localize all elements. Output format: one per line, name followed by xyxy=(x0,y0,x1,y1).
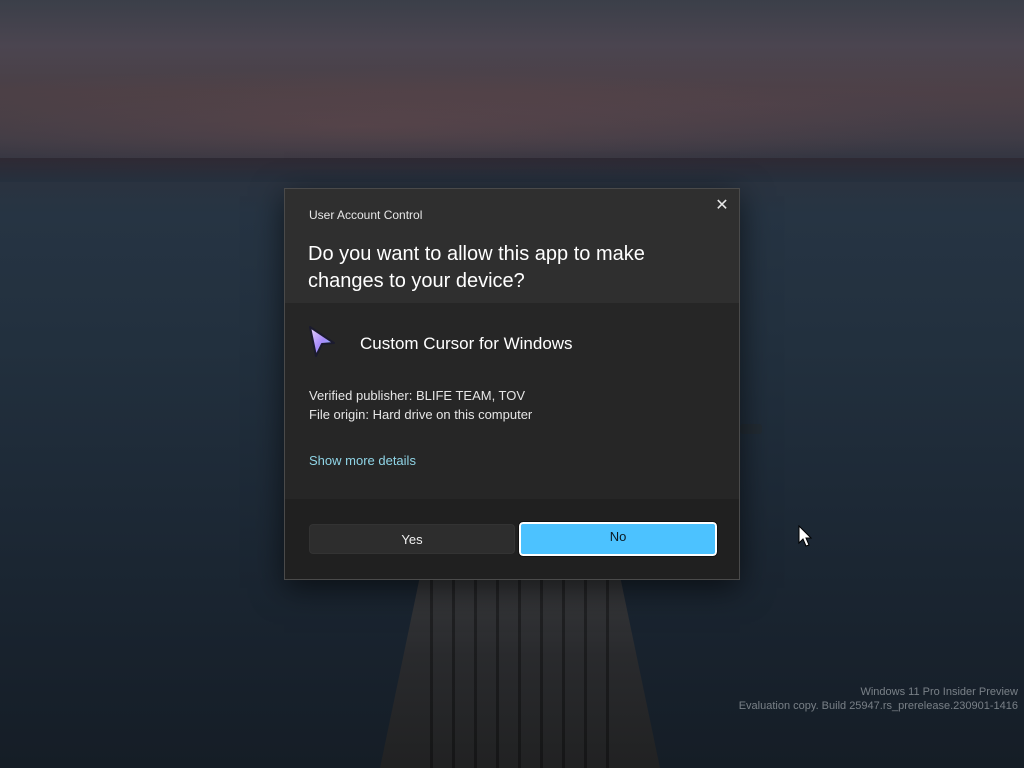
uac-dialog: User Account Control ✕ Do you want to al… xyxy=(284,188,740,580)
watermark-line-2: Evaluation copy. Build 25947.rs_prerelea… xyxy=(738,700,1018,712)
wallpaper-buoy xyxy=(740,424,762,434)
app-name: Custom Cursor for Windows xyxy=(360,334,573,353)
dialog-question: Do you want to allow this app to make ch… xyxy=(308,243,645,292)
show-more-details-link[interactable]: Show more details xyxy=(309,453,416,468)
file-origin: File origin: Hard drive on this computer xyxy=(309,407,533,422)
wallpaper-clouds xyxy=(0,60,1024,170)
dialog-header: User Account Control ✕ Do you want to al… xyxy=(285,189,739,303)
wallpaper-pier-planks xyxy=(430,580,610,768)
yes-button[interactable]: Yes xyxy=(309,524,515,554)
dialog-caption: User Account Control xyxy=(309,208,423,222)
no-button[interactable]: No xyxy=(518,521,718,557)
watermark-line-1: Windows 11 Pro Insider Preview xyxy=(860,686,1018,698)
mouse-pointer-icon xyxy=(798,525,813,547)
dialog-body: Custom Cursor for Windows Verified publi… xyxy=(285,303,739,499)
verified-publisher: Verified publisher: BLIFE TEAM, TOV xyxy=(309,388,526,403)
wallpaper-horizon xyxy=(0,158,1024,182)
windows-watermark: Windows 11 Pro Insider Preview Evaluatio… xyxy=(739,685,1018,713)
publisher-info: Verified publisher: BLIFE TEAM, TOV File… xyxy=(309,386,532,424)
dialog-footer: Yes No xyxy=(285,499,739,579)
cursor-arrow-icon xyxy=(309,326,335,357)
close-icon[interactable]: ✕ xyxy=(711,195,733,217)
